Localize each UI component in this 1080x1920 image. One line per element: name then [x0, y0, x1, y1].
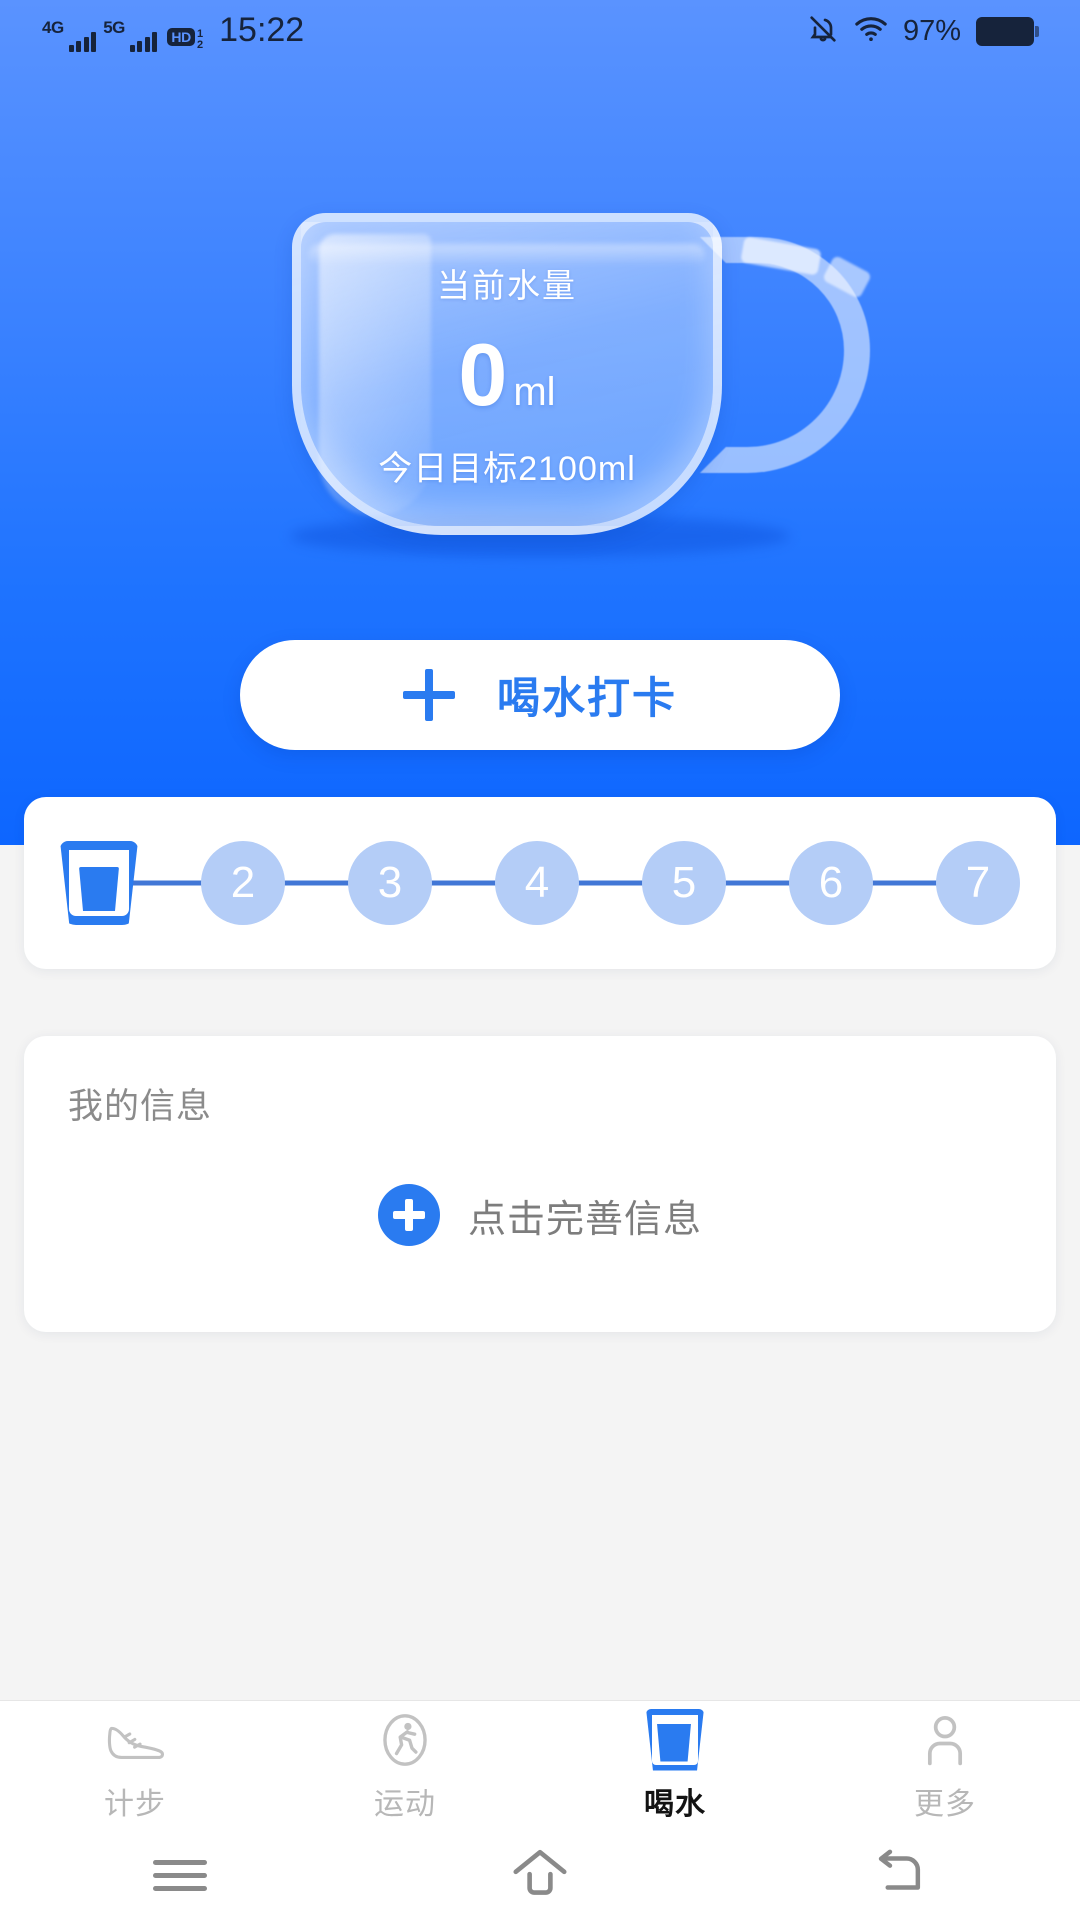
tab-drink-water[interactable]: 喝水	[540, 1708, 810, 1823]
water-amount-unit: ml	[513, 369, 556, 414]
battery-percent-label: 97%	[902, 14, 961, 47]
status-bar-left: 4G 5G HD 1 2 15:22	[42, 11, 304, 52]
home-icon	[510, 1847, 570, 1904]
running-icon	[376, 1709, 434, 1771]
network-4g-label: 4G	[42, 17, 64, 37]
water-amount-value: 0	[458, 324, 508, 424]
cup-text-block: 当前水量 0 ml 今日目标2100ml	[292, 213, 722, 535]
step-dot-7[interactable]: 7	[936, 841, 1020, 925]
water-cup-illustration: 当前水量 0 ml 今日目标2100ml	[0, 185, 1080, 585]
sim-den: 2	[197, 38, 204, 51]
tab-exercise-label: 运动	[374, 1787, 436, 1821]
water-progress-card: 2 3 4 5 6 7	[24, 797, 1056, 969]
glass-water-fill	[657, 1723, 691, 1762]
back-button[interactable]	[720, 1848, 1080, 1903]
tab-steps[interactable]: 计步	[0, 1709, 270, 1823]
status-bar: 4G 5G HD 1 2 15:22 97%	[0, 0, 1080, 62]
step-track: 2 3 4 5 6 7	[60, 841, 1020, 925]
current-water-amount: 0 ml	[458, 324, 556, 424]
signal-bars-icon	[68, 30, 97, 52]
signal-bars-icon	[129, 30, 158, 52]
my-info-card: 我的信息 点击完善信息	[24, 1036, 1056, 1332]
water-glass-icon[interactable]	[60, 841, 138, 925]
status-bar-right: 97%	[807, 13, 1039, 50]
header-hero: 4G 5G HD 1 2 15:22 97% 当前水量 0 ml 今日目标210…	[0, 0, 1080, 845]
sim-num: 1	[197, 27, 204, 40]
phone-screen: 4G 5G HD 1 2 15:22 97% 当前水量 0 ml 今日目标210…	[0, 0, 1080, 1920]
drink-checkin-button[interactable]: 喝水打卡	[240, 640, 840, 750]
recents-icon	[153, 1852, 207, 1899]
person-icon	[919, 1709, 971, 1771]
tab-more[interactable]: 更多	[810, 1709, 1080, 1823]
hd-voice-icon: HD 1 2	[167, 27, 204, 51]
hd-badge-label: HD	[167, 27, 195, 47]
step-dot-2[interactable]: 2	[201, 841, 285, 925]
signal-5g: 5G	[103, 17, 158, 52]
step-dot-5[interactable]: 5	[642, 841, 726, 925]
drink-checkin-label: 喝水打卡	[497, 675, 677, 723]
battery-icon	[976, 16, 1039, 46]
back-icon	[871, 1848, 929, 1903]
complete-info-label: 点击完善信息	[467, 1198, 702, 1241]
tab-drink-water-label: 喝水	[644, 1787, 706, 1821]
daily-goal-label: 今日目标2100ml	[378, 449, 636, 488]
tab-exercise[interactable]: 运动	[270, 1709, 540, 1823]
status-bar-clock: 15:22	[219, 10, 305, 49]
tab-more-label: 更多	[914, 1787, 976, 1821]
glass-water-fill	[79, 867, 119, 911]
my-info-title: 我的信息	[68, 1087, 213, 1126]
plus-circle-icon	[377, 1184, 440, 1246]
network-5g-label: 5G	[103, 17, 125, 37]
home-button[interactable]	[360, 1847, 720, 1904]
plus-icon	[403, 669, 455, 721]
bottom-tab-bar: 计步 运动 喝水 更多	[0, 1700, 1080, 1830]
recents-button[interactable]	[0, 1852, 360, 1899]
current-water-label: 当前水量	[437, 266, 577, 304]
step-dot-3[interactable]: 3	[348, 841, 432, 925]
shoe-icon	[104, 1709, 166, 1771]
step-dot-4[interactable]: 4	[495, 841, 579, 925]
signal-4g: 4G	[42, 17, 97, 52]
sim-indicator: 1 2	[197, 27, 204, 51]
mute-icon	[807, 13, 839, 50]
step-dot-6[interactable]: 6	[789, 841, 873, 925]
complete-info-button[interactable]: 点击完善信息	[24, 1184, 1056, 1246]
android-navigation-bar	[0, 1830, 1080, 1920]
tab-steps-label: 计步	[104, 1787, 166, 1821]
wifi-icon	[854, 14, 888, 49]
water-glass-icon	[646, 1708, 704, 1771]
